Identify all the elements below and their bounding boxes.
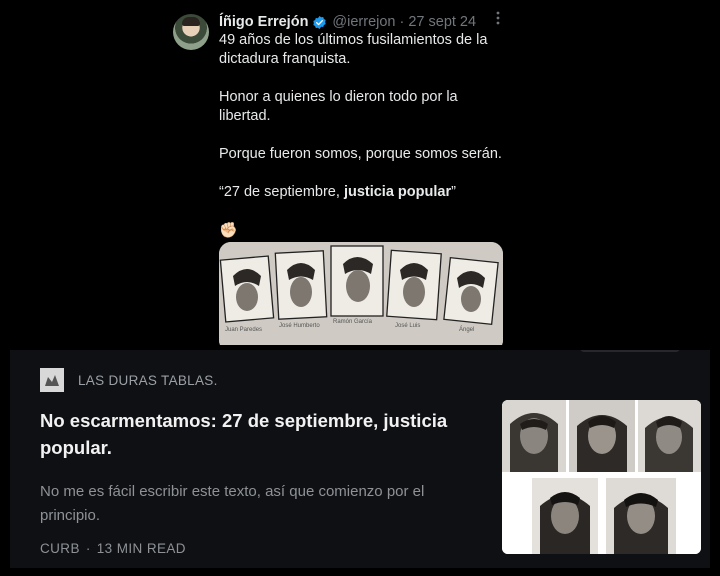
article-meta: CURB · 13 MIN READ	[40, 541, 186, 556]
article-card[interactable]: LAS DURAS TABLAS. No escarmentamos: 27 d…	[10, 350, 710, 568]
tweet-text: 49 años de los últimos fusilamientos de …	[219, 31, 509, 259]
article-thumbnail[interactable]	[502, 400, 701, 554]
caption-2: José Humberto	[279, 323, 320, 329]
author-name[interactable]: Íñigo Errejón	[219, 14, 308, 30]
verified-badge-icon	[312, 15, 327, 30]
header-separator: ·	[399, 14, 405, 30]
article-source: CURB	[40, 541, 80, 556]
caption-3: Ramón García	[333, 319, 373, 325]
caption-4: José Luis	[395, 323, 420, 329]
publication-name[interactable]: LAS DURAS TABLAS.	[78, 373, 218, 388]
quote-bold: justicia popular	[343, 184, 452, 200]
tweet-paragraph: Honor a quienes lo dieron todo por la li…	[219, 89, 458, 124]
raised-fist-emoji: ✊🏻	[219, 222, 238, 239]
tweet-paragraph: Porque fueron somos, porque somos serán.	[219, 146, 502, 162]
article-title[interactable]: No escarmentamos: 27 de septiembre, just…	[40, 407, 480, 461]
tweet: Íñigo Errejón @ierrejon · 27 sept 24 49 …	[0, 0, 720, 345]
tweet-date[interactable]: 27 sept 24	[408, 14, 476, 30]
caption-1: Juan Paredes	[225, 327, 262, 333]
quote-close: ”	[451, 184, 456, 200]
avatar[interactable]	[173, 14, 209, 50]
tweet-image[interactable]: Juan Paredes José Humberto Ramón García …	[219, 242, 503, 345]
read-time: 13 MIN READ	[96, 541, 186, 556]
tweet-paragraph: 49 años de los últimos fusilamientos de …	[219, 32, 488, 67]
mugshots-collage	[502, 400, 701, 554]
caption-5: Ángel	[459, 326, 474, 333]
tweet-quote: “27 de septiembre, justicia popular”	[219, 183, 509, 202]
publication-logo-icon	[40, 368, 64, 392]
card-top-edge	[580, 350, 680, 352]
article-excerpt: No me es fácil escribir este texto, así …	[40, 483, 425, 524]
meta-separator: ·	[85, 541, 91, 556]
tweet-header: Íñigo Errejón @ierrejon · 27 sept 24	[219, 12, 476, 32]
more-options-icon[interactable]	[490, 11, 506, 25]
quote-open: “27 de septiembre,	[219, 184, 344, 200]
author-handle[interactable]: @ierrejon	[332, 14, 395, 30]
portraits-illustration: Juan Paredes José Humberto Ramón García …	[219, 242, 503, 345]
